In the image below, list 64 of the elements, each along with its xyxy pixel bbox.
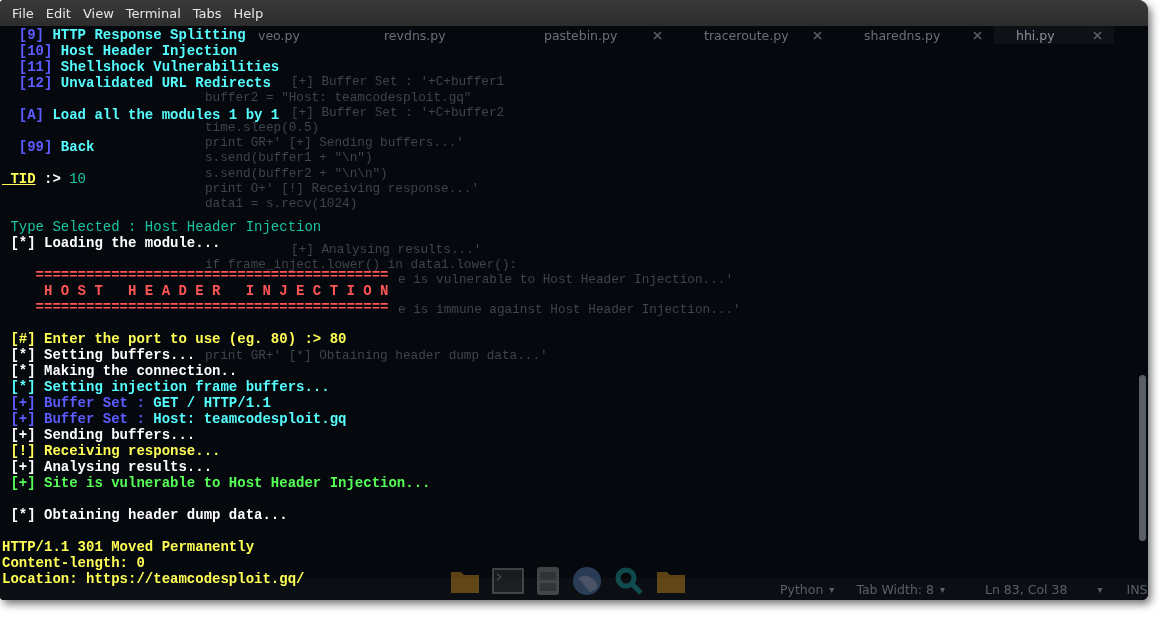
menu-item[interactable]: File — [6, 3, 40, 23]
file-tab[interactable]: hhi.py — [994, 26, 1114, 44]
terminal-text: Shellshock Vulnerabilities — [59, 59, 280, 75]
terminal-text: [+] Sending buffers... — [9, 427, 196, 443]
terminal-text: [*] Setting injection frame buffers... — [9, 379, 330, 395]
file-tab[interactable]: pastebin.py — [514, 26, 674, 44]
code-line: buffer2 = "Host: teamcodesploit.gq" — [205, 89, 472, 105]
terminal-text: [+] Buffer Set : — [9, 395, 145, 411]
terminal-text: [11] — [17, 59, 53, 75]
terminal-text: ========================================== — [34, 299, 389, 315]
code-line: [+] Buffer Set : '+C+buffer2 — [291, 104, 505, 120]
code-line: e is immune against Host Header Injection...' — [398, 302, 741, 318]
terminal-text: HTTP Response Splitting — [51, 27, 246, 43]
code-line: s.send(buffer2 + "\n\n") — [205, 165, 388, 181]
terminal-text: HTTP/1.1 301 Moved Permanently — [2, 539, 255, 555]
tab-width-selector[interactable]: Tab Width: 8 ▾ — [856, 581, 945, 597]
insert-mode: INS — [1126, 581, 1148, 597]
terminal-text: Host Header Injection — [59, 43, 238, 59]
terminal-text: TID — [9, 171, 36, 187]
code-line: s.send(buffer1 + "\n") — [205, 150, 373, 166]
terminal-text: [!] Receiving response... — [9, 443, 221, 459]
terminal-text: [*] Setting buffers... — [9, 347, 196, 363]
position-menu[interactable]: ▾ — [1097, 583, 1103, 595]
terminal-text: [*] Loading the module... — [9, 235, 221, 251]
terminal-text: H O S T H E A D E R I N J E C T I O N — [43, 283, 389, 299]
terminal-text: GET / HTTP/1.1 — [152, 395, 271, 411]
terminal-text: 10 — [69, 171, 87, 187]
terminal-text: [10] — [17, 43, 53, 59]
terminal-text: [99] — [17, 139, 53, 155]
file-tab[interactable]: revdns.py — [354, 26, 514, 44]
code-line: print GR+' [*] Obtaining header dump data...' — [205, 347, 548, 364]
code-line: [+] Buffer Set : '+C+buffer1 — [291, 74, 505, 90]
menu-item[interactable]: Edit — [39, 3, 77, 23]
menu-item[interactable]: Help — [227, 3, 270, 23]
terminal-text: [#] Enter the port to use (eg. 80) :> 80 — [9, 331, 347, 347]
terminal-text: [A] — [17, 107, 44, 123]
terminal-text: Load all the modules 1 by 1 — [51, 107, 280, 123]
terminal-text: [*] Obtaining header dump data... — [9, 507, 288, 523]
language-selector[interactable]: Python ▾ — [780, 581, 835, 597]
file-tab[interactable]: traceroute.py — [674, 26, 834, 44]
terminal-text: Type Selected : Host Header Injection — [9, 219, 322, 235]
terminal-text: [9] — [17, 27, 44, 43]
menu-item[interactable]: View — [76, 3, 120, 23]
terminal-text: Host: teamcodesploit.gq — [152, 411, 347, 427]
code-line: print O+' [!] Receiving response...' — [205, 180, 480, 196]
terminal-text: Back — [59, 139, 95, 155]
code-line: e is vulnerable to Host Header Injection...' — [398, 272, 733, 288]
terminal-text: Location: https://teamcodesploit.gq/ — [2, 571, 305, 587]
terminal-text: [12] — [17, 75, 53, 91]
menu-item[interactable]: Tabs — [186, 3, 228, 23]
terminal-text: [+] Analysing results... — [9, 459, 213, 475]
terminal-text: [+] Buffer Set : — [9, 411, 145, 427]
code-line: [+] Analysing results...' — [291, 241, 482, 257]
terminal-text: Content-length: 0 — [2, 555, 145, 571]
terminal-text: [+] Site is vulnerable to Host Header Injection... — [9, 475, 431, 491]
code-line: if frame_inject.lower() in data1.lower(): — [205, 256, 518, 272]
terminal-text: :> — [43, 171, 62, 187]
terminal-text: [*] Making the connection.. — [9, 363, 238, 379]
menu-item[interactable]: Terminal — [119, 3, 187, 23]
terminal-text: Unvalidated URL Redirects — [59, 75, 271, 91]
code-line: data1 = s.recv(1024) — [205, 196, 358, 212]
code-line: print GR+' [+] Sending buffers...' — [205, 135, 464, 151]
file-tab[interactable]: sharedns.py — [834, 26, 994, 44]
cursor-position: Ln 83, Col 38 — [985, 581, 1068, 597]
